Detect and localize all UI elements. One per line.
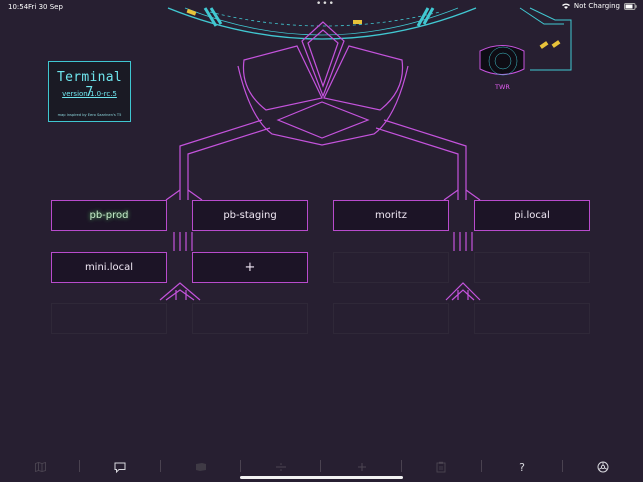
empty-gate-slot (51, 303, 167, 334)
chat-bubble-icon[interactable] (113, 460, 127, 474)
home-indicator[interactable] (240, 476, 403, 479)
empty-gate-slot (333, 252, 449, 283)
help-icon[interactable]: ? (515, 460, 529, 474)
gate-moritz[interactable]: moritz (333, 200, 449, 231)
log-icon[interactable] (194, 460, 208, 474)
add-gate-button[interactable]: + (192, 252, 308, 283)
gate-mini-local[interactable]: mini.local (51, 252, 167, 283)
title-card: Terminal 7 version 1.0-rc.5 map inspired… (48, 61, 131, 122)
divide-icon[interactable] (274, 460, 288, 474)
toolbar-separator (240, 460, 241, 472)
toolbar-separator (481, 460, 482, 472)
empty-gate-slot (474, 303, 590, 334)
gate-pi-local[interactable]: pi.local (474, 200, 590, 231)
tower-label: TWR (495, 83, 510, 91)
empty-gate-slot (192, 303, 308, 334)
terminal-building (179, 21, 467, 200)
clipboard-icon[interactable] (434, 460, 448, 474)
toolbar-separator (160, 460, 161, 472)
help-label: ? (519, 460, 525, 474)
gate-pb-prod[interactable]: pb-prod (51, 200, 167, 231)
add-icon[interactable] (355, 460, 369, 474)
toolbar-separator (562, 460, 563, 472)
map-credit: map inspired by Eero Saarinen's T5 (57, 113, 122, 117)
gate-pb-staging[interactable]: pb-staging (192, 200, 308, 231)
toolbar-separator (401, 460, 402, 472)
planes (186, 8, 561, 49)
map-icon[interactable] (33, 460, 47, 474)
toolbar-separator (320, 460, 321, 472)
empty-gate-slot (474, 252, 590, 283)
toolbar-separator (79, 460, 80, 472)
version-link[interactable]: version 1.0-rc.5 (49, 90, 130, 98)
empty-gate-slot (333, 303, 449, 334)
settings-icon[interactable] (596, 460, 610, 474)
control-tower (479, 45, 525, 76)
